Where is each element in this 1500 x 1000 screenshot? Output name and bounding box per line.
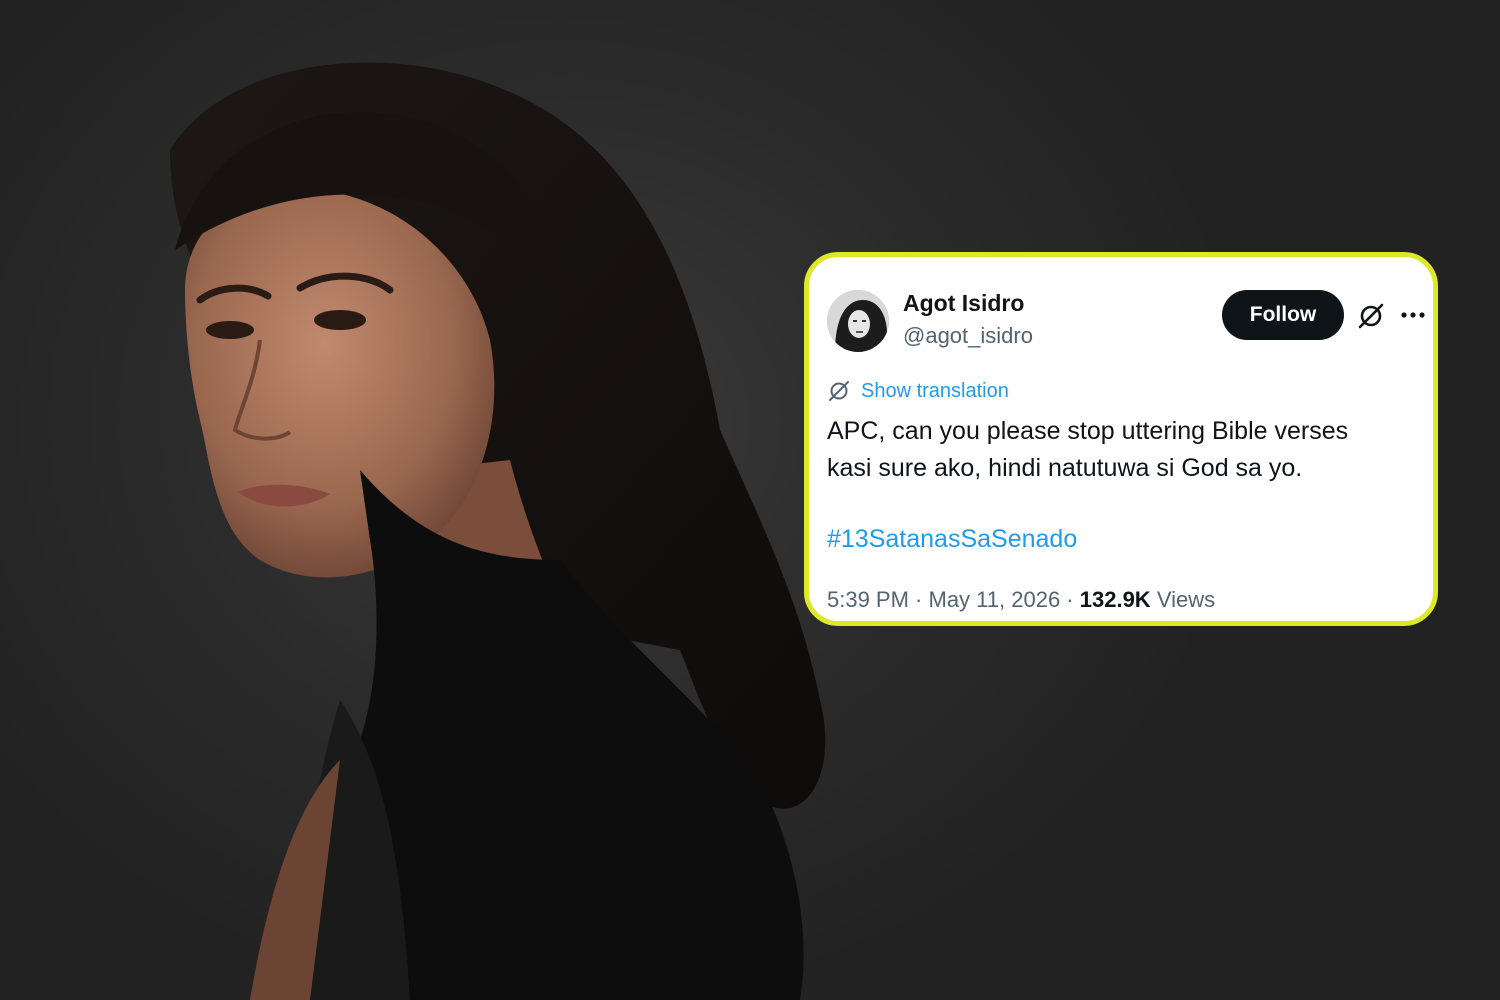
meta-separator: ·	[908, 587, 929, 612]
grok-icon[interactable]	[1356, 301, 1386, 331]
meta-separator: ·	[1060, 587, 1080, 612]
tweet-meta: 5:39 PM · May 11, 2026 · 132.9K Views	[827, 587, 1215, 613]
user-avatar[interactable]	[827, 290, 889, 352]
author-handle[interactable]: @agot_isidro	[903, 323, 1033, 349]
views-label: Views	[1156, 587, 1216, 612]
translate-icon	[829, 381, 849, 401]
show-translation-link[interactable]: Show translation	[827, 379, 1009, 403]
show-translation-label: Show translation	[861, 379, 1009, 402]
tweet-body: APC, can you please stop uttering Bible …	[827, 413, 1417, 487]
author-name[interactable]: Agot Isidro	[903, 290, 1024, 317]
tweet-date[interactable]: May 11, 2026	[929, 587, 1061, 612]
more-options-icon[interactable]	[1399, 301, 1427, 329]
tweet-card: Agot Isidro @agot_isidro Follow Show tra…	[804, 252, 1438, 626]
avatar-photo	[827, 290, 889, 352]
tweet-text-line: kasi sure ako, hindi natutuwa si God sa …	[827, 454, 1303, 482]
tweet-time[interactable]: 5:39 PM	[827, 587, 909, 612]
tweet-text-line: APC, can you please stop uttering Bible …	[827, 417, 1349, 445]
hashtag-link[interactable]: #13SatanasSaSenado	[827, 525, 1077, 554]
views-count: 132.9K	[1079, 587, 1151, 612]
follow-button[interactable]: Follow	[1222, 290, 1344, 340]
